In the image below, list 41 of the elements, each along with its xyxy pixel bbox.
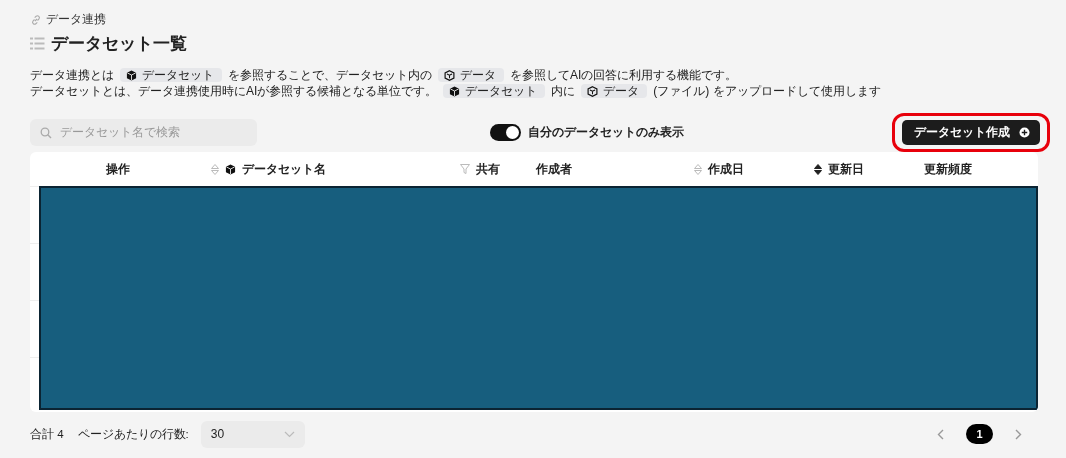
cube-icon (449, 85, 461, 97)
plus-circle-icon (1019, 126, 1030, 138)
search-field[interactable]: データセット名で検索 (30, 118, 257, 146)
dataset-tag: データセット (120, 68, 222, 82)
cube-outline-icon (587, 85, 599, 97)
column-header: 共有 (476, 160, 500, 178)
toggle-switch[interactable] (490, 123, 521, 141)
cube-icon (126, 69, 137, 81)
page-button[interactable]: 1 (966, 424, 993, 444)
filter-icon[interactable] (460, 164, 470, 174)
column-header: 作成日 (708, 160, 744, 178)
description-text: データ連携とは (30, 67, 114, 83)
column-header: 更新日 (828, 160, 864, 178)
rows-per-page-label: ページあたりの行数: (77, 426, 189, 442)
page-title: データセット一覧 (51, 33, 187, 55)
link-icon (30, 13, 42, 26)
rows-per-page-select[interactable]: 30 (200, 420, 305, 448)
total-count: 合計 4 (30, 426, 64, 442)
description-text: (ファイル) をアップロードして使用します (653, 83, 881, 99)
toggle-label: 自分のデータセットのみ表示 (528, 123, 684, 141)
next-page-icon[interactable] (1015, 428, 1022, 440)
data-tag: データ (438, 68, 504, 82)
description-text: を参照してAIの回答に利用する機能です。 (510, 67, 738, 83)
create-dataset-button[interactable]: データセット作成 (902, 119, 1040, 145)
column-header: 操作 (105, 160, 130, 178)
search-icon (40, 126, 52, 139)
cube-icon (225, 163, 236, 175)
column-header: 更新頻度 (924, 160, 972, 178)
description-text: を参照することで、データセット内の (228, 67, 432, 83)
description-text: データセットとは、データ連携使用時にAIが参照する候補となる単位です。 (30, 83, 438, 99)
data-tag: データ (581, 84, 648, 98)
cube-outline-icon (444, 69, 455, 81)
column-header: データセット名 (242, 160, 326, 178)
description-text: 内に (551, 83, 576, 99)
column-header: 作成者 (536, 160, 572, 178)
previous-page-icon[interactable] (937, 428, 944, 440)
sort-icon[interactable] (814, 163, 822, 175)
dataset-tag: データセット (443, 84, 546, 98)
breadcrumb[interactable]: データ連携 (46, 11, 106, 28)
list-icon (30, 37, 45, 50)
chevron-down-icon (283, 430, 295, 438)
